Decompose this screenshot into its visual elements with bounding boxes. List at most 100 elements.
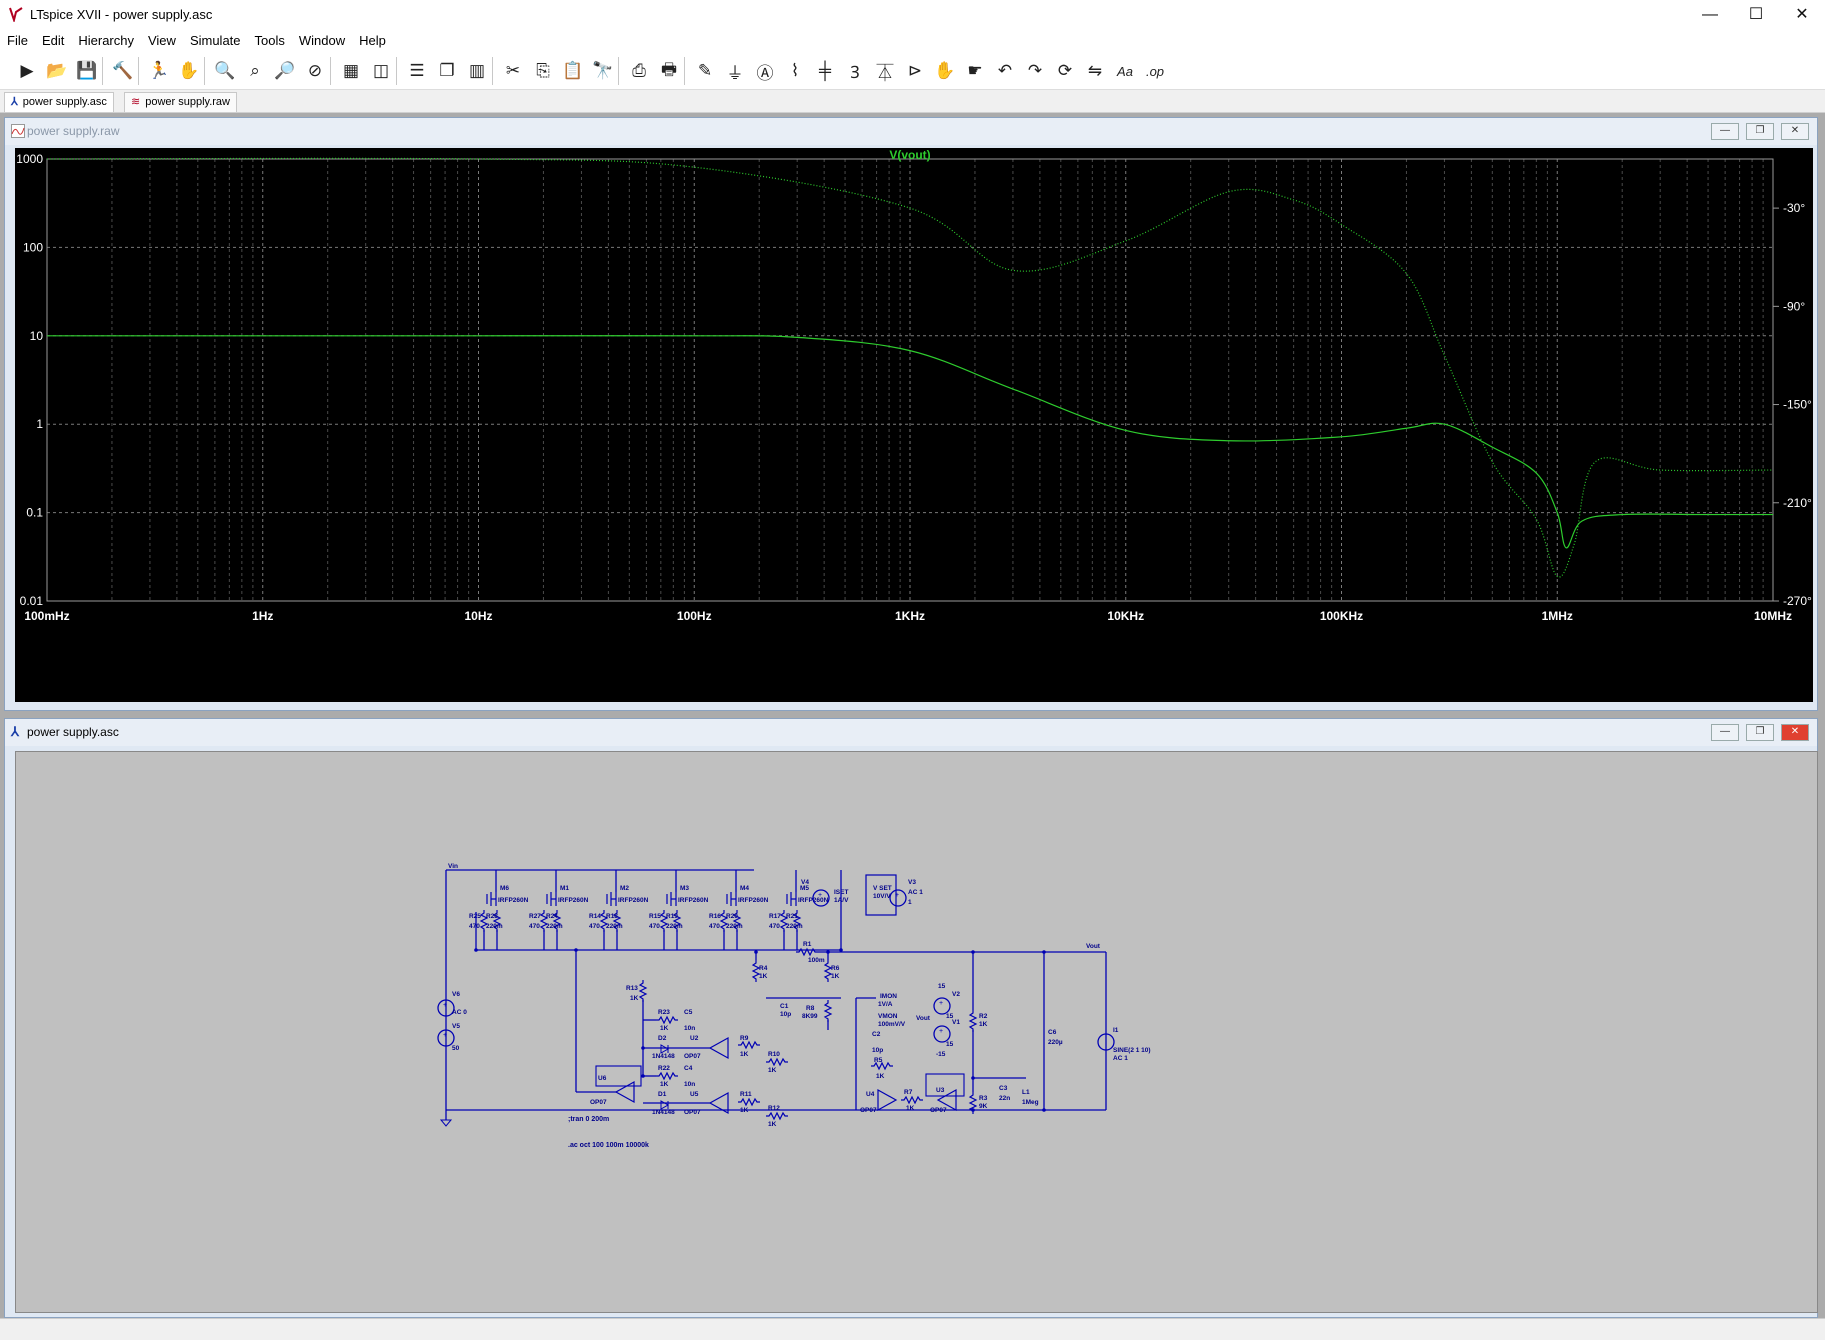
redo-icon[interactable]: ↷ [1022, 58, 1048, 84]
paste-icon[interactable]: 📋 [560, 58, 586, 84]
zoom-full-icon[interactable]: ⌕ [242, 58, 268, 84]
menu-window[interactable]: Window [292, 31, 352, 50]
spice-directive-tran: ;tran 0 200m [568, 1116, 609, 1123]
mosfet-icon [726, 892, 737, 906]
capacitor-value: 22n [999, 1095, 1010, 1102]
resistor-r11 [738, 1097, 760, 1107]
junction [641, 1074, 645, 1078]
plot-settings-icon[interactable]: ◫ [368, 58, 394, 84]
child-close-button[interactable]: ✕ [1781, 724, 1809, 741]
menu-file[interactable]: File [0, 31, 35, 50]
tab-schematic[interactable]: ⅄ power supply.asc [4, 92, 114, 112]
zoom-in-icon[interactable]: 🔍 [212, 58, 238, 84]
x-tick-label: 10Hz [464, 609, 492, 623]
capacitor-ref: C4 [684, 1065, 693, 1072]
maximize-button[interactable]: ☐ [1733, 0, 1779, 30]
waveform-window-caption: power supply.raw — ❐ ✕ [5, 118, 1817, 145]
tile-horizontal-icon[interactable]: ☰ [404, 58, 430, 84]
opamp-ref: U5 [690, 1091, 699, 1098]
inductor-icon[interactable]: Ꝫ [842, 58, 868, 84]
child-minimize-button[interactable]: — [1711, 724, 1739, 741]
copy-icon[interactable]: ⎘ [530, 58, 556, 84]
resistor-value: 1K [768, 1067, 777, 1074]
resistor-icon[interactable]: ⌇ [782, 58, 808, 84]
close-button[interactable]: ✕ [1779, 0, 1825, 30]
capacitor-ref: C5 [684, 1009, 693, 1016]
resistor-ref: R12 [768, 1105, 780, 1112]
toolbar-separator [618, 57, 619, 85]
control-panel-icon[interactable]: 🔨 [110, 58, 136, 84]
move-icon[interactable]: ✋ [932, 58, 958, 84]
draw-wire-icon[interactable]: ✎ [692, 58, 718, 84]
child-close-button[interactable]: ✕ [1781, 123, 1809, 140]
menu-edit[interactable]: Edit [35, 31, 71, 50]
cascade-icon[interactable]: ❐ [434, 58, 460, 84]
toolbar-separator [330, 57, 331, 85]
component-icon[interactable]: ⊳ [902, 58, 928, 84]
capacitor-value: 10p [872, 1047, 883, 1054]
rotate-icon[interactable]: ⟳ [1052, 58, 1078, 84]
spice-directive-icon[interactable]: .op [1142, 58, 1168, 84]
menu-view[interactable]: View [141, 31, 183, 50]
tile-vertical-icon[interactable]: ▥ [464, 58, 490, 84]
y-tick-label: 1 [36, 417, 43, 431]
mirror-icon[interactable]: ⇋ [1082, 58, 1108, 84]
diode-model: 1N4148 [652, 1053, 675, 1060]
drag-icon[interactable]: ☛ [962, 58, 988, 84]
child-minimize-button[interactable]: — [1711, 123, 1739, 140]
rail-label: 15 [938, 983, 946, 990]
open-icon[interactable]: 📂 [44, 58, 70, 84]
resistor-r13 [638, 980, 648, 1002]
run-icon[interactable]: ▶ [14, 58, 40, 84]
toolbar-separator [138, 57, 139, 85]
diode-icon[interactable]: ⏄ [872, 58, 898, 84]
schematic-drawing[interactable]: Vin M6 IRFP260N R25 R28 470 220m M1 IRFP260N R27 R… [16, 752, 1817, 1312]
save-icon[interactable]: 💾 [74, 58, 100, 84]
resistor-value: 470 [529, 923, 540, 930]
print-icon[interactable]: ⎙ [626, 58, 652, 84]
tab-label: power supply.raw [145, 96, 230, 108]
waveform-plot-pane[interactable]: 1000 100 10 1 0.1 0.01 100mHz 1Hz 10Hz 100Hz 1KHz 1… [15, 148, 1813, 702]
print-setup-icon[interactable]: 🖶 [656, 58, 682, 84]
capacitor-icon[interactable]: ╪ [812, 58, 838, 84]
schematic-window: ⅄ power supply.asc — ❐ ✕ Vin M6 IRFP260N R2… [4, 718, 1818, 1318]
mosfet-model: IRFP260N [738, 897, 769, 904]
source-label: 1 [908, 899, 912, 906]
bode-plot[interactable]: 1000 100 10 1 0.1 0.01100mHz 1Hz 10Hz 100Hz 1KHz 1… [15, 148, 1813, 702]
autorange-icon[interactable]: ▦ [338, 58, 364, 84]
cut-icon[interactable]: ✂ [500, 58, 526, 84]
mosfet-icon [786, 892, 797, 906]
child-restore-button[interactable]: ❐ [1746, 123, 1774, 140]
menu-hierarchy[interactable]: Hierarchy [71, 31, 141, 50]
inductor-ref: L1 [1022, 1089, 1030, 1096]
schematic-canvas[interactable]: Vin M6 IRFP260N R25 R28 470 220m M1 IRFP260N R27 R… [15, 751, 1818, 1313]
net-label-vout: Vout [1086, 943, 1101, 950]
plus-sign: + [895, 892, 899, 899]
toolbar: ▶ 📂 💾 🔨 🏃 ✋ 🔍 ⌕ 🔎 ⊘ ▦ ◫ ☰ ❐ ▥ ✂ ⎘ 📋 🔭 ⎙ 🖶 ✎ ⏚ Ⓐ ⌇ ╪ Ꝫ ⏄ ⊳ ✋ ☛ ↶ ↷ ⟳ ⇋ Aa .op [0, 51, 1825, 90]
undo-icon[interactable]: ↶ [992, 58, 1018, 84]
zoom-cancel-icon[interactable]: ⊘ [302, 58, 328, 84]
minimize-button[interactable]: — [1687, 0, 1733, 30]
menu-tools[interactable]: Tools [248, 31, 292, 50]
label-net-icon[interactable]: Ⓐ [752, 58, 778, 84]
resistor-value: 220m [606, 923, 623, 930]
x-tick-label: 100KHz [1320, 609, 1363, 623]
child-restore-button[interactable]: ❐ [1746, 724, 1774, 741]
diode-model: 1N4148 [652, 1109, 675, 1116]
source-ref: V2 [952, 991, 960, 998]
text-icon[interactable]: Aa [1112, 58, 1138, 84]
ground-icon[interactable]: ⏚ [722, 58, 748, 84]
menu-simulate[interactable]: Simulate [183, 31, 248, 50]
toolbar-separator [492, 57, 493, 85]
tab-waveform[interactable]: ≋ power supply.raw [124, 92, 237, 112]
source-ref: V5 [452, 1023, 460, 1030]
find-icon[interactable]: 🔭 [590, 58, 616, 84]
y2-tick-label: -90° [1783, 299, 1805, 313]
menu-help[interactable]: Help [352, 31, 393, 50]
pan-hand-icon[interactable]: ✋ [176, 58, 202, 84]
source-label: 10V/V [873, 893, 891, 900]
zoom-out-icon[interactable]: 🔎 [272, 58, 298, 84]
y-tick-label: 100 [23, 240, 43, 254]
plus-sign: + [443, 1002, 447, 1009]
halt-icon[interactable]: 🏃 [146, 58, 172, 84]
